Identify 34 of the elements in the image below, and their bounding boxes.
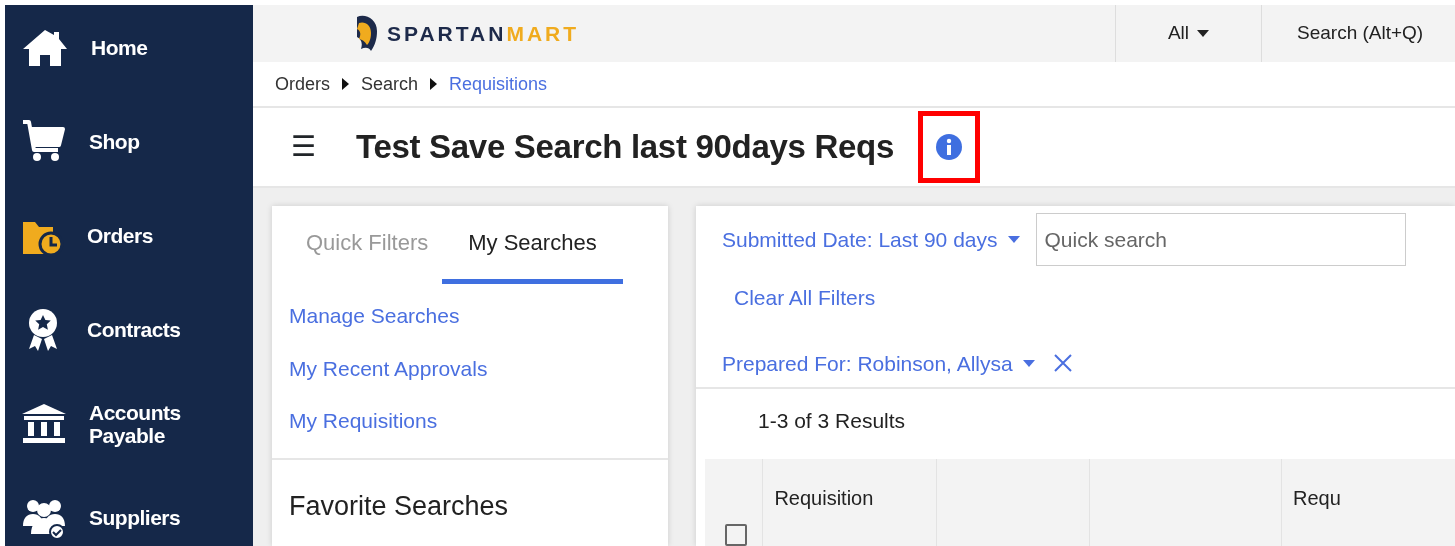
- breadcrumb-link[interactable]: Orders: [275, 70, 330, 98]
- caret-right-icon: [342, 78, 349, 90]
- sidebar-item[interactable]: Home: [5, 5, 253, 95]
- breadcrumb-link[interactable]: Search: [361, 70, 419, 98]
- sidebar-item[interactable]: Contracts: [5, 283, 253, 377]
- tab[interactable]: My Searches: [442, 206, 623, 284]
- section-heading: Favorite Searches: [288, 489, 510, 523]
- column-header: Requ: [1292, 486, 1342, 511]
- caret-icon: [1007, 236, 1020, 243]
- home-icon: [21, 28, 69, 68]
- logo-text: SPARTAN MART: [387, 20, 580, 47]
- saved-search-link[interactable]: My Requisitions: [272, 405, 668, 437]
- results-count: 1-3 of 3 Results: [757, 408, 907, 434]
- search-field[interactable]: Search (Alt+Q): [1262, 5, 1455, 62]
- quick-search-field[interactable]: Quick search: [1035, 213, 1406, 266]
- breadcrumb-link[interactable]: Requisitions: [449, 70, 548, 98]
- sidebar-item[interactable]: Orders: [5, 189, 253, 283]
- filter-dropdown[interactable]: Submitted Date: Last 90 days: [722, 215, 1020, 264]
- select-all-checkbox[interactable]: [725, 524, 747, 546]
- saved-search-link[interactable]: Manage Searches: [272, 300, 668, 332]
- caret-icon: [1197, 30, 1210, 37]
- clear-filters-link[interactable]: Clear All Filters: [734, 272, 876, 334]
- column-header: Requisition: [763, 459, 937, 546]
- page-title: Test Save Search last 90days Reqs: [356, 127, 894, 167]
- filter-dropdown[interactable]: Prepared For: Robinson, Allysa: [722, 339, 1035, 387]
- bank-icon: [21, 403, 67, 445]
- info-icon[interactable]: [935, 134, 962, 160]
- sidebar-item[interactable]: Accounts Payable: [5, 377, 253, 471]
- menu-button[interactable]: ☰: [291, 126, 316, 168]
- caret-right-icon: [430, 78, 438, 90]
- sidebar-item[interactable]: Suppliers: [5, 471, 253, 546]
- saved-search-link[interactable]: My Recent Approvals: [272, 352, 668, 384]
- sidebar-item[interactable]: Shop: [5, 95, 253, 189]
- caret-icon: [1022, 359, 1035, 367]
